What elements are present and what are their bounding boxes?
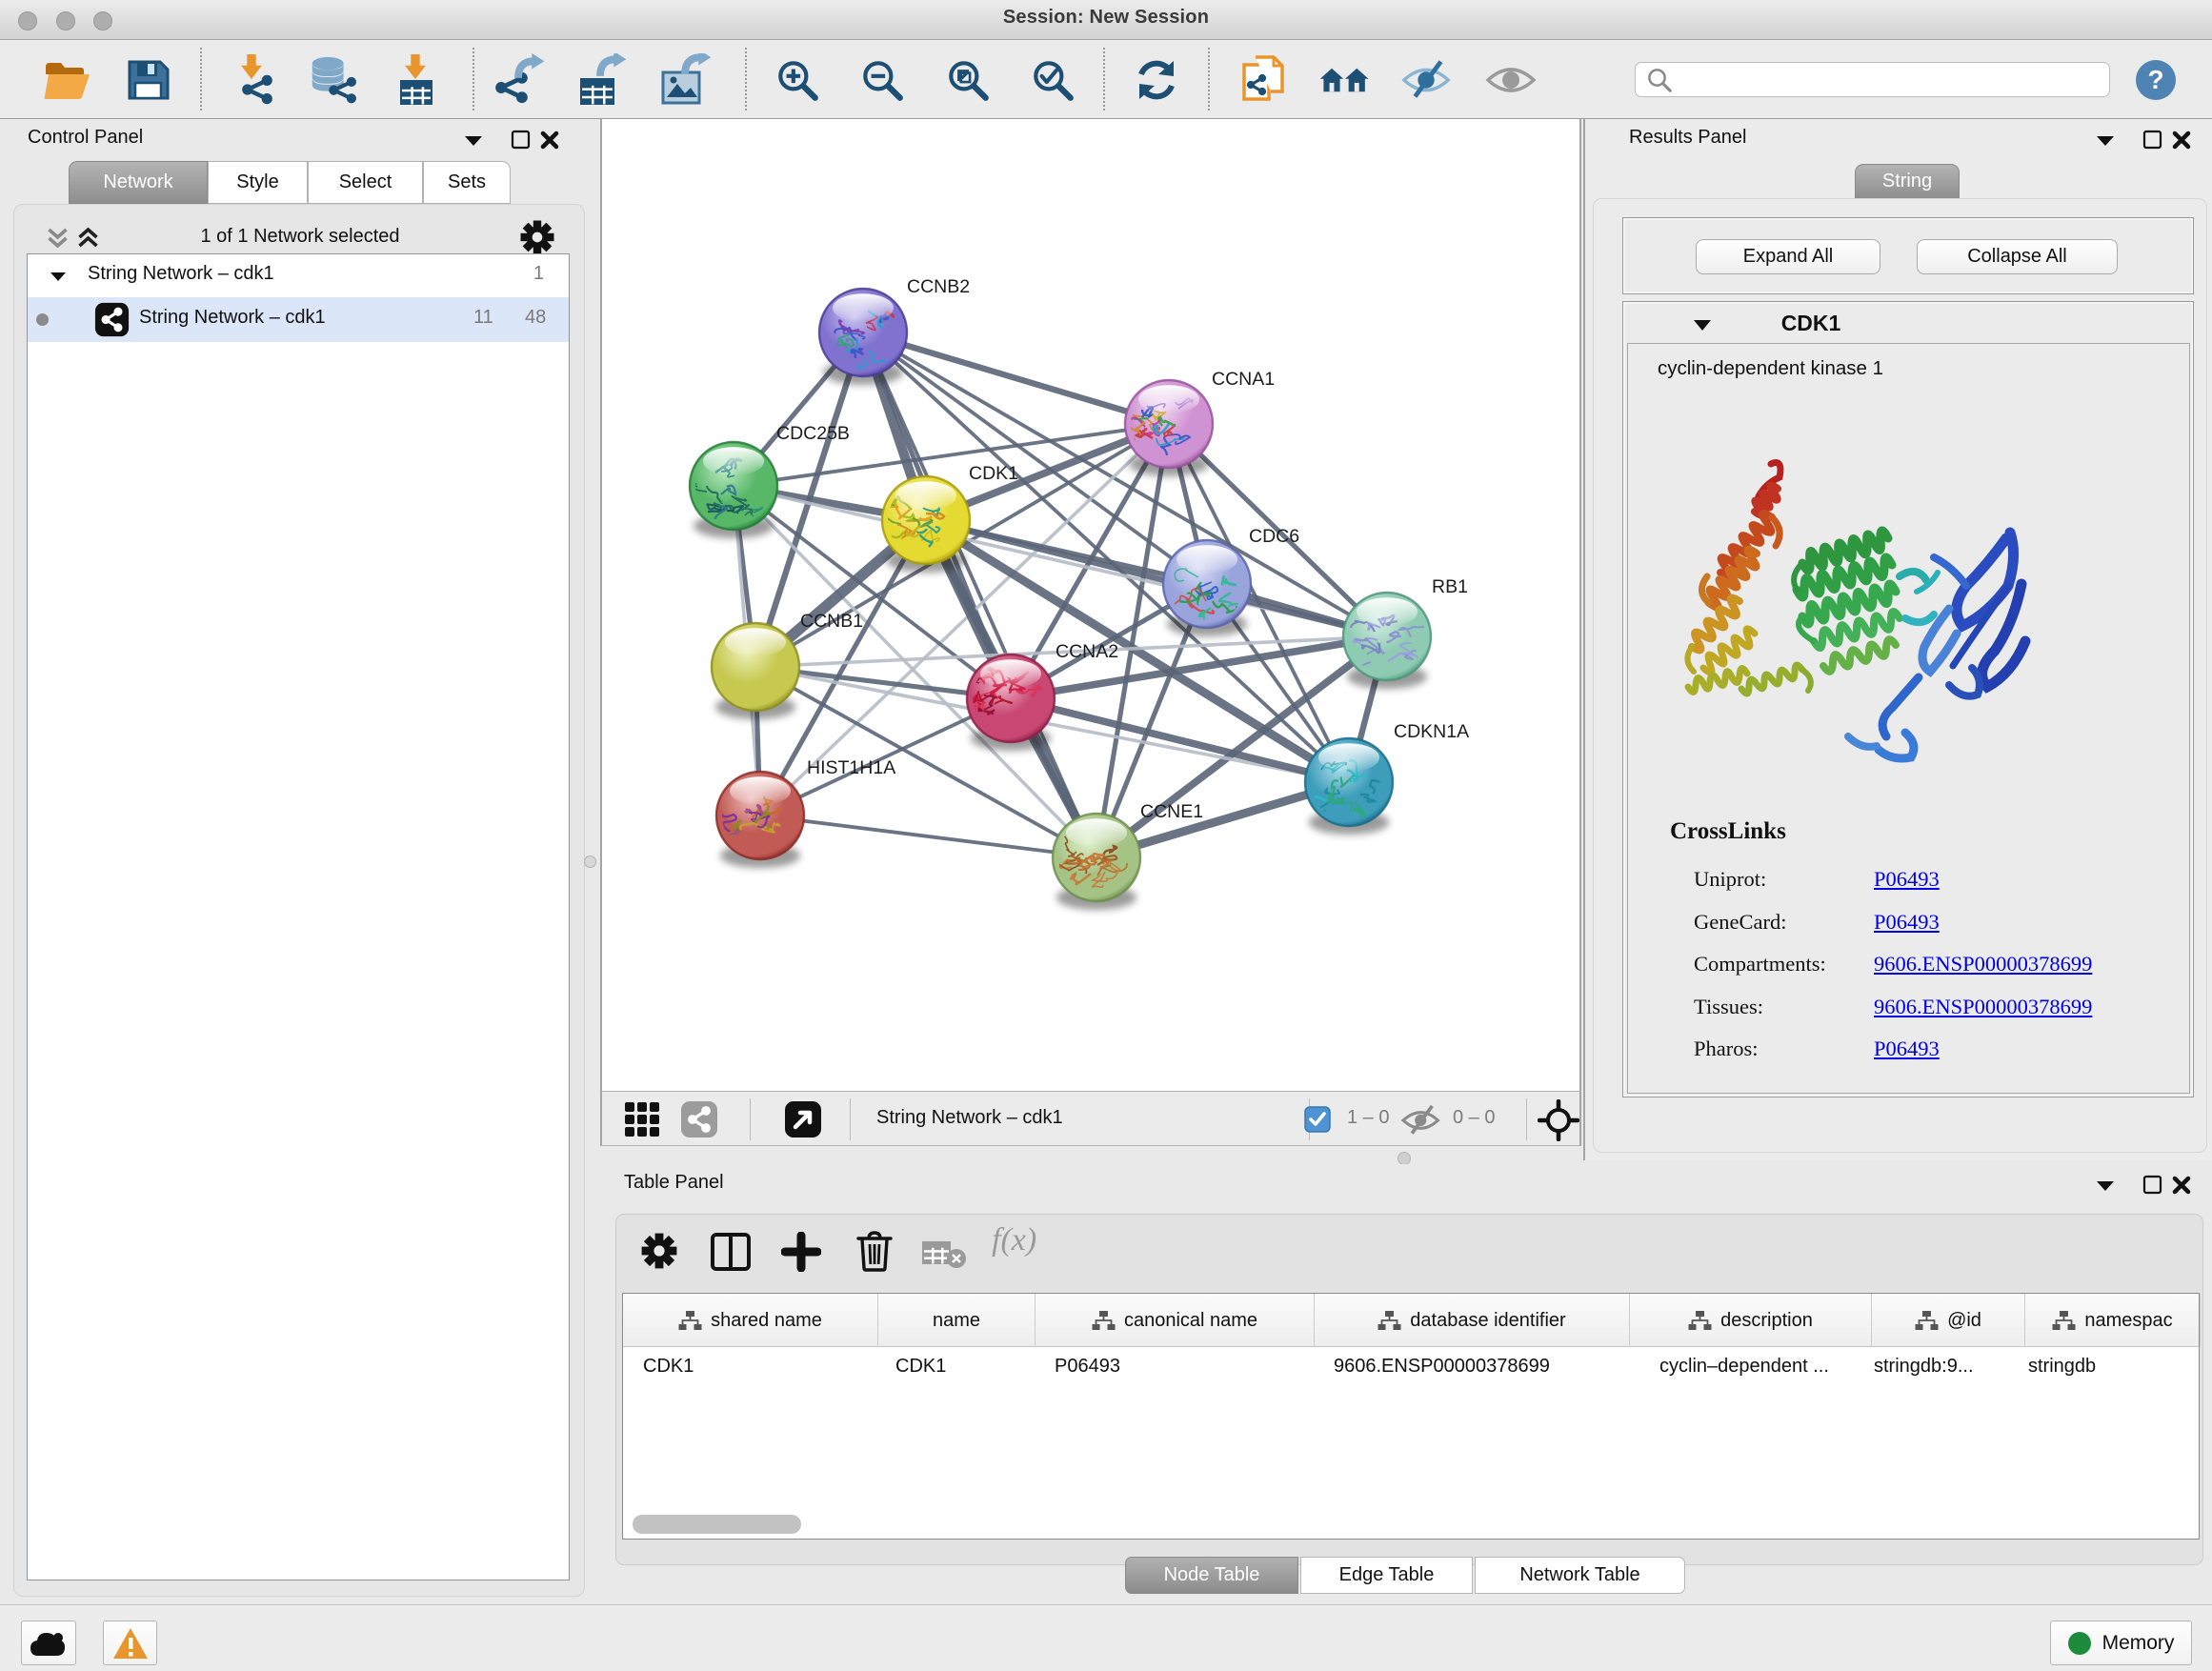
svg-text:CDKN1A: CDKN1A <box>1394 721 1469 742</box>
svg-text:CCNA2: CCNA2 <box>1056 641 1118 662</box>
svg-text:CDK1: CDK1 <box>969 463 1018 484</box>
svg-text:CDC6: CDC6 <box>1249 526 1299 547</box>
svg-text:CCNA1: CCNA1 <box>1212 369 1275 390</box>
svg-text:HIST1H1A: HIST1H1A <box>807 757 895 778</box>
svg-text:CCNE1: CCNE1 <box>1140 801 1203 822</box>
svg-text:?: ? <box>2147 65 2163 94</box>
svg-text:CCNB1: CCNB1 <box>800 611 863 632</box>
svg-text:CCNB2: CCNB2 <box>907 276 970 297</box>
svg-text:RB1: RB1 <box>1432 576 1468 597</box>
svg-text:CDC25B: CDC25B <box>776 423 850 444</box>
